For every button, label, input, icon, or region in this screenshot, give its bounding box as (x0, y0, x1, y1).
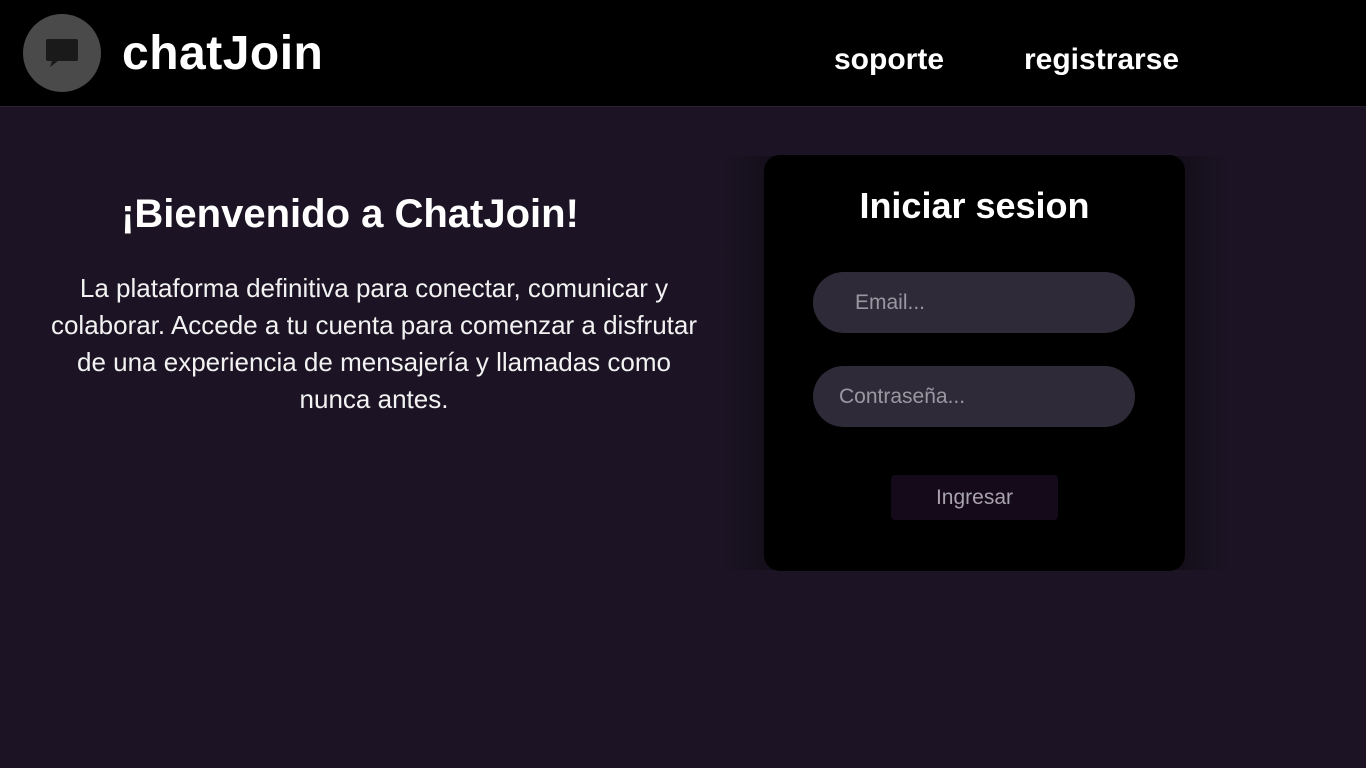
logo[interactable] (23, 14, 101, 92)
login-panel: Iniciar sesion Ingresar (764, 155, 1185, 571)
login-title: Iniciar sesion (859, 185, 1090, 226)
email-input[interactable] (813, 272, 1135, 333)
chat-bubble-icon (46, 39, 78, 67)
brand-name: chatJoin (122, 27, 324, 80)
login-button[interactable]: Ingresar (891, 475, 1058, 520)
nav-register-link[interactable]: registrarse (1024, 40, 1179, 80)
top-header: chatJoin soporte registrarse (0, 0, 1366, 107)
welcome-description: La plataforma definitiva para conectar, … (50, 273, 698, 414)
nav-support-link[interactable]: soporte (834, 40, 944, 80)
welcome-title: ¡Bienvenido a ChatJoin! (121, 192, 579, 236)
password-input[interactable] (813, 366, 1135, 427)
